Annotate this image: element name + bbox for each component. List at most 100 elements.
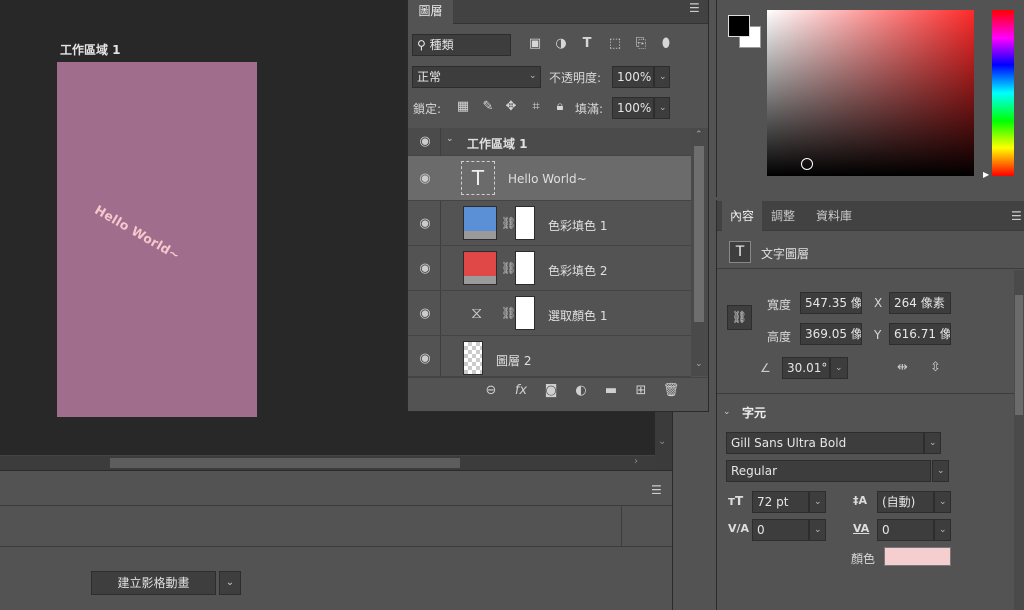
flip-horizontal-icon[interactable]: ⇹ [897,360,908,375]
font-style-field[interactable]: Regular [726,460,931,482]
angle-dropdown[interactable]: ⌄ [830,357,848,379]
tab-adjustments[interactable]: 調整 [763,201,803,231]
pixel-layer-thumbnail[interactable] [463,341,483,375]
mask-link-icon[interactable]: ⛓ [501,216,516,230]
blend-mode-select[interactable]: 正常 [412,66,541,88]
tracking-dropdown[interactable]: ⌄ [934,519,951,541]
layer-name[interactable]: 色彩填色 1 [548,217,607,234]
eye-icon[interactable]: ◉ [415,216,435,232]
scroll-down-icon[interactable]: ⌄ [695,359,703,369]
timeline-menu-icon[interactable]: ☰ [651,483,662,497]
font-family-dropdown[interactable]: ⌄ [924,432,941,454]
angle-field[interactable]: 30.01° [782,357,830,379]
new-layer-icon[interactable]: ⊞ [631,382,651,400]
y-field[interactable]: 616.71 像素 [889,323,951,345]
mask-link-icon[interactable]: ⛓ [501,306,516,320]
tab-layers[interactable]: 圖層 [408,0,453,24]
type-layer-filter-icon[interactable]: T [578,35,596,53]
layer-name[interactable]: 圖層 2 [496,352,531,369]
layer-type-label: 文字圖層 [761,247,810,261]
width-label: 寬度 [767,298,792,312]
x-label: X [874,296,883,310]
section-collapse-icon[interactable]: ⌄ [723,407,731,417]
layers-tab-bar [408,0,708,24]
fill-field[interactable]: 100% [612,97,654,119]
flip-vertical-icon[interactable]: ⇳ [930,360,941,375]
color-picker-handle[interactable] [801,158,813,170]
lock-transparent-icon[interactable]: ▦ [454,98,472,116]
height-field[interactable]: 369.05 像素 [800,323,862,345]
x-field[interactable]: 264 像素 [889,292,951,314]
create-animation-dropdown[interactable]: ⌄ [219,571,241,595]
add-mask-icon[interactable]: ◙ [541,382,561,400]
kerning-field[interactable]: 0 [752,519,809,541]
delete-layer-icon[interactable]: 🗑︎ [661,382,681,400]
lock-artboard-icon[interactable]: ⌗ [527,98,545,116]
font-size-dropdown[interactable]: ⌄ [809,491,826,513]
tracking-field[interactable]: 0 [877,519,934,541]
layer-row[interactable] [408,336,691,377]
scroll-right-arrow-icon[interactable]: › [634,456,638,467]
shape-layer-filter-icon[interactable]: ⬚ [606,35,624,53]
group-expand-icon[interactable]: ⌄ [446,134,454,144]
new-group-folder-icon[interactable]: ▬ [601,382,621,400]
opacity-label: 不透明度: [549,71,602,85]
font-size-field[interactable]: 72 pt [752,491,809,513]
fx-icon[interactable]: fx [511,382,531,400]
color-saturation-field[interactable] [767,10,974,176]
font-family-field[interactable]: Gill Sans Ultra Bold [726,432,924,454]
color-fill-thumbnail[interactable] [463,206,497,240]
lock-position-icon[interactable]: ✥ [502,98,520,116]
selective-color-adjustment-icon[interactable]: ⧖ [471,303,482,323]
width-field[interactable]: 547.35 像素 [800,292,862,314]
layer-mask-thumbnail[interactable] [515,296,535,330]
font-style-dropdown[interactable]: ⌄ [932,460,949,482]
text-color-swatch[interactable] [884,547,951,566]
artboard-title[interactable]: 工作區域 1 [60,41,121,58]
eye-icon[interactable]: ◉ [415,134,435,150]
scroll-up-icon[interactable]: ⌃ [695,130,703,140]
filter-toggle-icon[interactable]: ⬮ [657,35,675,53]
layer-mask-thumbnail[interactable] [515,206,535,240]
foreground-color-swatch[interactable] [728,15,750,37]
mask-link-icon[interactable]: ⛓ [501,261,516,275]
new-adjustment-layer-icon[interactable]: ◐ [571,382,591,400]
text-layer-icon: T [729,241,751,263]
kerning-dropdown[interactable]: ⌄ [809,519,826,541]
layer-name[interactable]: 色彩填色 2 [548,262,607,279]
eye-icon[interactable]: ◉ [415,261,435,277]
layer-filter-select[interactable]: ⚲ 種類 [412,34,511,56]
eye-icon[interactable]: ◉ [415,171,435,187]
tab-properties[interactable]: 內容 [722,201,763,231]
filter-kind-value: 種類 [429,38,454,52]
opacity-dropdown[interactable]: ⌄ [654,66,670,88]
layers-menu-icon[interactable]: ☰ [689,1,700,15]
hue-slider-handle-icon[interactable]: ▶ [983,170,989,179]
color-fill-thumbnail[interactable] [463,251,497,285]
pixel-layer-filter-icon[interactable]: ▣ [526,35,544,53]
layer-mask-thumbnail[interactable] [515,251,535,285]
eye-icon[interactable]: ◉ [415,351,435,367]
properties-scroll-thumb[interactable] [1015,295,1023,415]
lock-all-icon[interactable]: 🔒︎ [551,98,569,116]
opacity-field[interactable]: 100% [612,66,654,88]
layer-name[interactable]: 選取顏色 1 [548,307,607,324]
smart-object-filter-icon[interactable]: ⎘ [632,35,650,53]
layers-scroll-thumb[interactable] [694,146,704,322]
eye-icon[interactable]: ◉ [415,306,435,322]
create-frame-animation-button[interactable]: 建立影格動畫 [91,571,216,595]
adjustment-layer-filter-icon[interactable]: ◑ [552,35,570,53]
scroll-down-arrow-icon[interactable]: ⌄ [658,436,666,447]
lock-image-brush-icon[interactable]: ✎ [479,98,497,116]
tab-libraries[interactable]: 資料庫 [808,201,860,231]
link-dimensions-icon[interactable]: ⛓ [727,305,752,330]
layer-name[interactable]: Hello World~ [508,172,587,186]
properties-menu-icon[interactable]: ☰ [1011,209,1022,223]
link-layers-icon[interactable]: ⊖ [481,382,501,400]
leading-dropdown[interactable]: ⌄ [934,491,951,513]
leading-field[interactable]: (自動) [877,491,934,513]
text-layer-thumbnail-icon[interactable]: T [461,161,495,195]
canvas-horizontal-scroll-thumb[interactable] [110,458,460,468]
fill-dropdown[interactable]: ⌄ [654,97,670,119]
hue-slider[interactable] [992,10,1014,176]
